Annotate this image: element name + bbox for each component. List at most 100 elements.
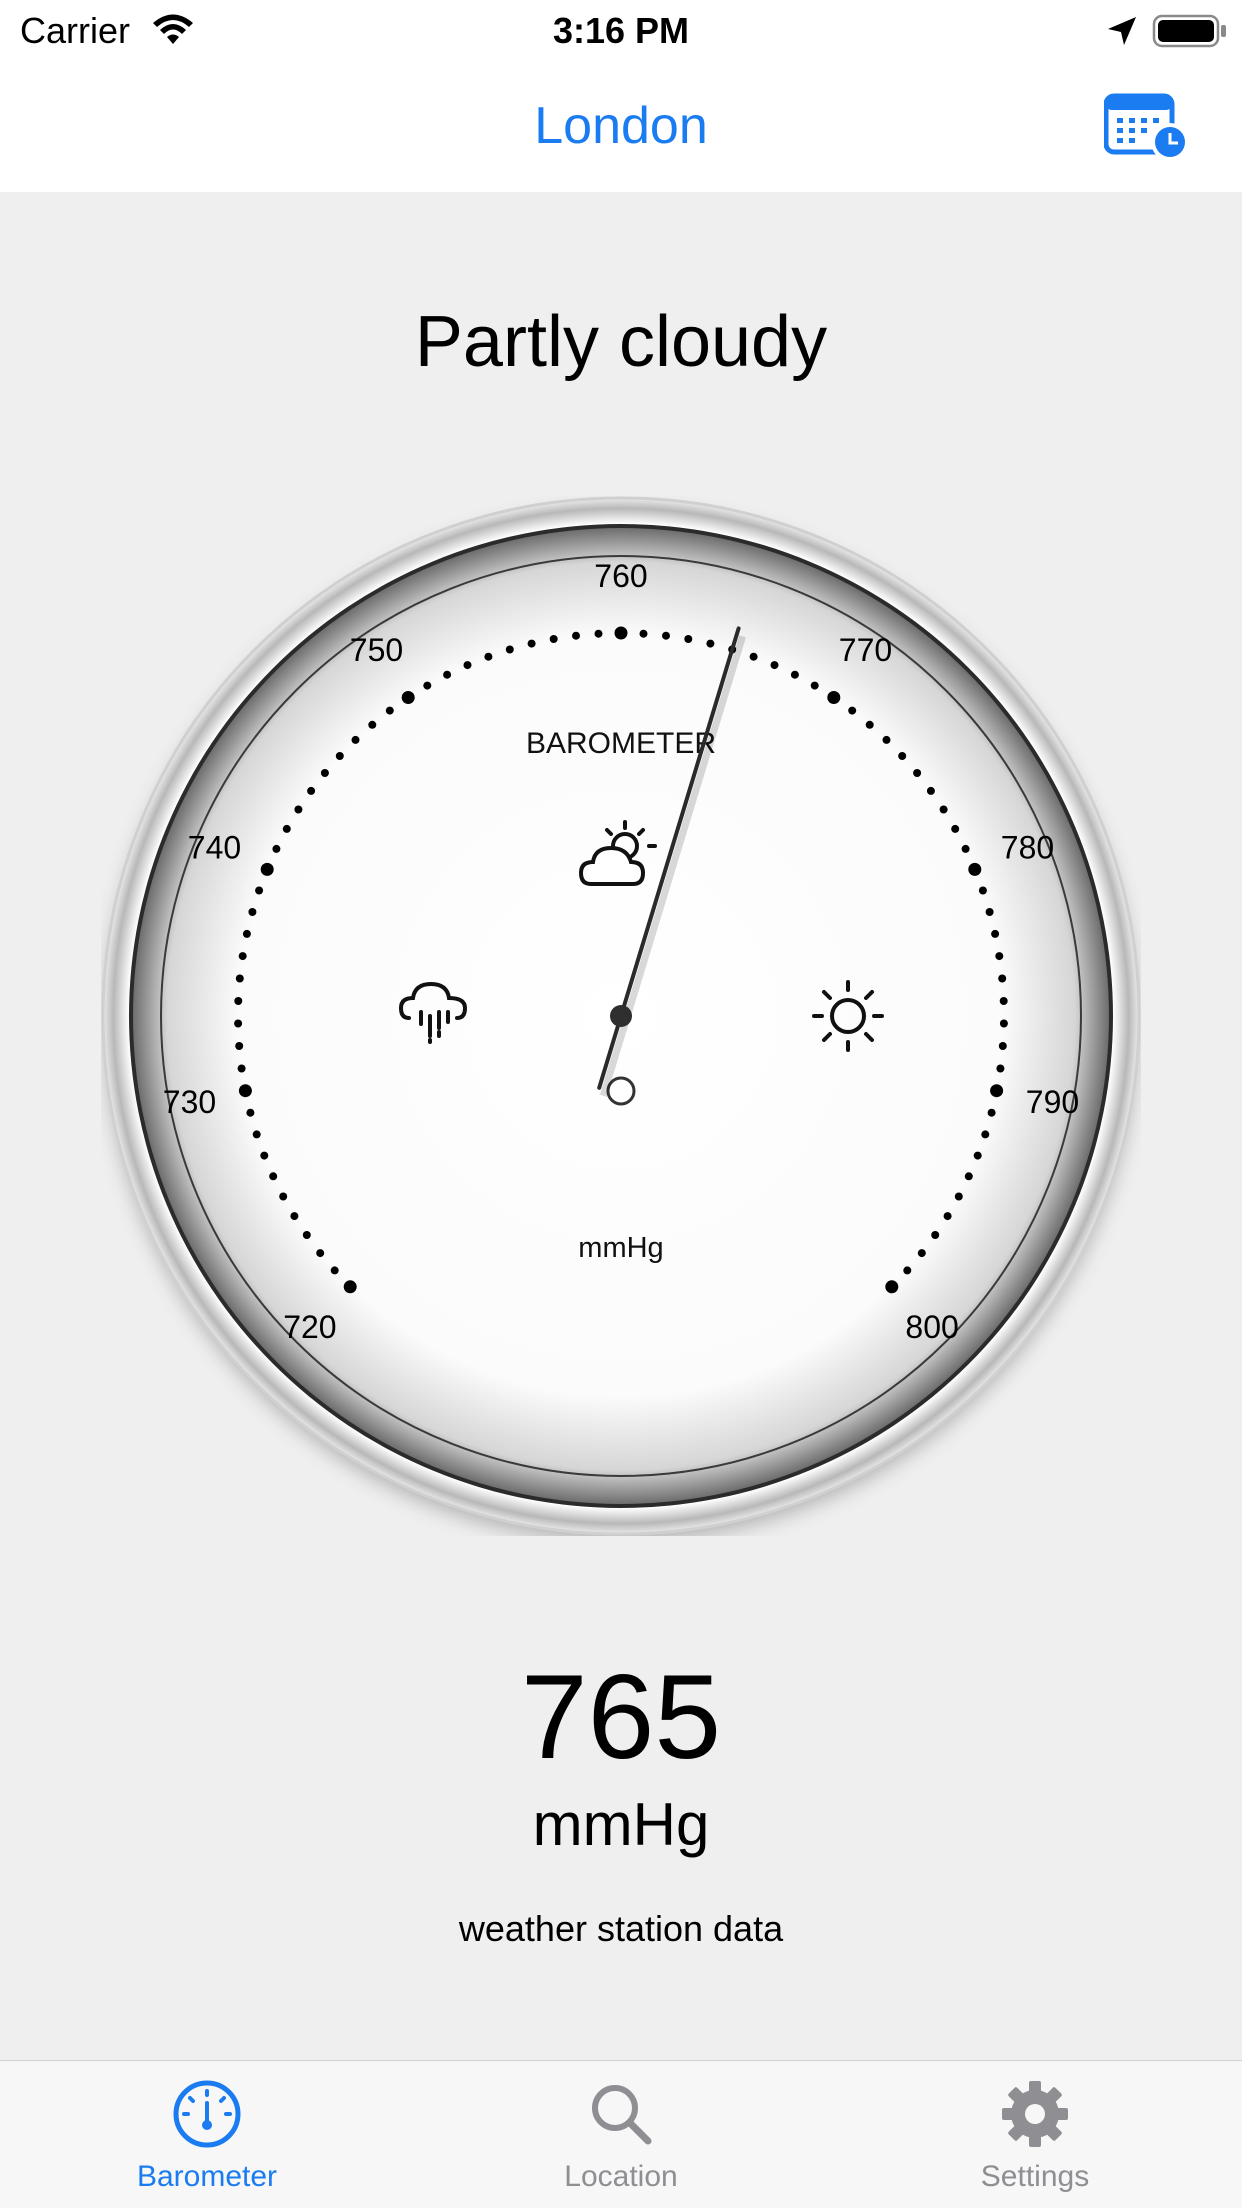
minor-scale-dot xyxy=(917,1249,926,1258)
minor-scale-dot xyxy=(252,1130,261,1139)
calendar-clock-icon xyxy=(1103,93,1189,161)
minor-scale-dot xyxy=(973,1151,982,1160)
minor-scale-dot xyxy=(385,706,394,715)
minor-scale-dot xyxy=(913,769,922,777)
minor-scale-dot xyxy=(279,1192,288,1201)
minor-scale-dot xyxy=(335,752,344,760)
scale-label: 770 xyxy=(839,632,892,668)
minor-scale-dot xyxy=(848,706,857,715)
tab-settings[interactable]: Settings xyxy=(828,2061,1242,2208)
minor-scale-dot xyxy=(991,929,1000,938)
minor-scale-dot xyxy=(998,1042,1007,1050)
minor-scale-dot xyxy=(527,639,536,648)
major-scale-dot xyxy=(885,1280,899,1294)
minor-scale-dot xyxy=(903,1266,912,1275)
scale-label: 740 xyxy=(188,830,241,866)
minor-scale-dot xyxy=(443,670,452,679)
scale-label: 780 xyxy=(1001,830,1054,866)
minor-scale-dot xyxy=(926,786,935,795)
minor-scale-dot xyxy=(985,908,994,916)
major-scale-dot xyxy=(260,862,274,876)
minor-scale-dot xyxy=(290,1212,299,1221)
minor-scale-dot xyxy=(463,661,472,670)
minor-scale-dot xyxy=(961,844,970,853)
status-time: 3:16 PM xyxy=(552,10,690,51)
navigation-bar: London xyxy=(0,62,1242,192)
major-scale-dot xyxy=(343,1280,357,1294)
minor-scale-dot xyxy=(260,1151,269,1160)
minor-scale-dot xyxy=(351,735,360,744)
minor-scale-dot xyxy=(999,1019,1008,1028)
minor-scale-dot xyxy=(749,652,758,661)
minor-scale-dot xyxy=(330,1266,339,1275)
minor-scale-dot xyxy=(964,1172,973,1181)
minor-scale-dot xyxy=(272,844,281,853)
scale-label: 800 xyxy=(905,1309,958,1345)
reference-ring xyxy=(606,1076,636,1106)
minor-scale-dot xyxy=(234,1019,243,1028)
minor-scale-dot xyxy=(996,1064,1005,1073)
calendar-history-button[interactable] xyxy=(1103,88,1192,164)
minor-scale-dot xyxy=(810,681,819,690)
minor-scale-dot xyxy=(368,720,377,729)
minor-scale-dot xyxy=(931,1231,940,1239)
minor-scale-dot xyxy=(242,929,251,938)
minor-scale-dot xyxy=(237,1064,246,1073)
minor-scale-dot xyxy=(998,974,1007,983)
major-scale-dot xyxy=(990,1084,1004,1098)
search-icon xyxy=(592,2085,652,2145)
barometer-dial: 720 730 740 750 760 770 780 790 800 BAROMETER mm… xyxy=(101,496,1141,1536)
minor-scale-dot xyxy=(505,645,514,654)
minor-scale-dot xyxy=(238,952,247,961)
gauge-unit-label: mmHg xyxy=(578,1232,663,1264)
minor-scale-dot xyxy=(987,1108,996,1117)
minor-scale-dot xyxy=(995,952,1004,961)
minor-scale-dot xyxy=(246,1108,255,1117)
app-screen: Carrier 3:16 PM London Partly cloudy 720… xyxy=(0,0,1242,2208)
nav-title-location[interactable]: London xyxy=(0,96,1242,156)
major-scale-dot xyxy=(968,862,982,876)
minor-scale-dot xyxy=(316,1249,325,1258)
gauge-icon xyxy=(173,2080,241,2148)
location-arrow-icon xyxy=(1108,17,1136,45)
weather-condition: Partly cloudy xyxy=(414,302,828,382)
minor-scale-dot xyxy=(594,629,603,638)
major-scale-dot xyxy=(401,691,415,704)
scale-label: 790 xyxy=(1026,1084,1079,1120)
minor-scale-dot xyxy=(320,769,329,777)
tab-location[interactable]: Location xyxy=(414,2061,828,2208)
tab-barometer[interactable]: Barometer xyxy=(0,2061,414,2208)
minor-scale-dot xyxy=(898,752,907,760)
minor-scale-dot xyxy=(770,661,779,670)
reference-needle xyxy=(606,1076,636,1106)
minor-scale-dot xyxy=(684,635,693,643)
minor-scale-dot xyxy=(307,786,316,795)
minor-scale-dot xyxy=(978,886,987,895)
minor-scale-dot xyxy=(255,886,264,895)
barometer-gauge: 720 730 740 750 760 770 780 790 800 BAROMETER mm… xyxy=(101,496,1141,1536)
pressure-value: 765 xyxy=(520,1650,722,1784)
scale-label: 730 xyxy=(163,1084,216,1120)
minor-scale-dot xyxy=(951,824,960,833)
minor-scale-dot xyxy=(549,635,558,643)
minor-scale-dot xyxy=(882,735,891,744)
minor-scale-dot xyxy=(235,1042,244,1050)
tab-bar: Barometer Location Settings xyxy=(0,2060,1242,2208)
tab-label: Settings xyxy=(980,2160,1090,2193)
minor-scale-dot xyxy=(943,1212,952,1221)
minor-scale-dot xyxy=(269,1172,278,1181)
needle-hub xyxy=(610,1005,632,1027)
tab-label: Barometer xyxy=(136,2160,278,2193)
pressure-unit: mmHg xyxy=(532,1791,710,1858)
gauge-title: BAROMETER xyxy=(526,727,716,760)
major-scale-dot xyxy=(827,691,841,704)
minor-scale-dot xyxy=(302,1231,311,1239)
minor-scale-dot xyxy=(234,997,243,1005)
minor-scale-dot xyxy=(981,1130,990,1139)
major-scale-dot xyxy=(238,1084,252,1098)
data-source-label: weather station data xyxy=(458,1908,784,1949)
minor-scale-dot xyxy=(662,631,670,640)
scale-label: 760 xyxy=(594,558,647,594)
minor-scale-dot xyxy=(954,1192,963,1201)
major-scale-dot xyxy=(614,626,628,640)
